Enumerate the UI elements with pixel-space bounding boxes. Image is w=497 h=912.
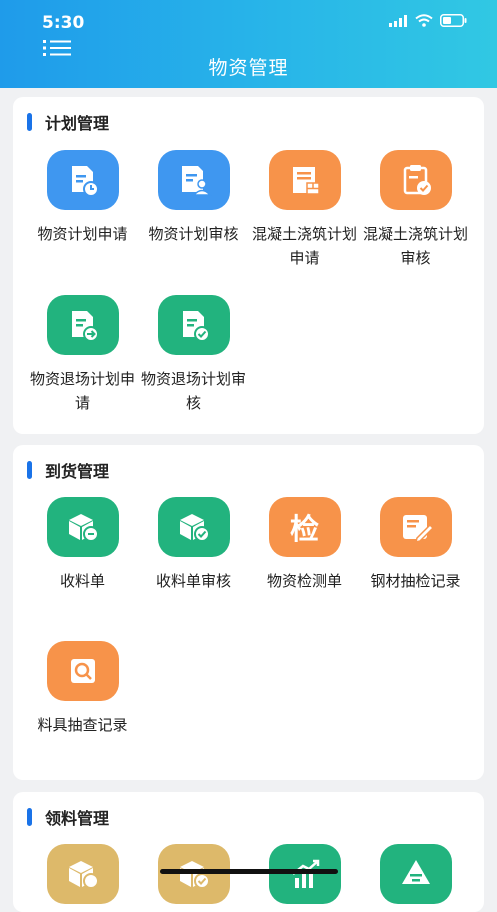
- item-receipt-review[interactable]: 收料单审核: [138, 497, 249, 593]
- box-check-icon: [179, 514, 210, 542]
- item-concrete-plan-review[interactable]: 混凝土浇筑计划审核: [360, 150, 471, 270]
- item-label: 物资退场计划申请: [29, 370, 135, 412]
- item-tool-check-record[interactable]: 料具抽查记录: [27, 641, 138, 737]
- item-concrete-plan-apply[interactable]: 混凝土浇筑计划申请: [249, 150, 360, 270]
- status-time: 5:30: [42, 13, 85, 33]
- tile: [379, 844, 452, 904]
- item-label: 钢材抽检记录: [370, 572, 461, 590]
- chart-up-icon: [291, 859, 319, 888]
- item-steel-sampling-record[interactable]: 钢材抽检记录: [360, 497, 471, 593]
- tile: 检: [268, 497, 341, 557]
- doc-edit-icon: [402, 515, 434, 544]
- section-title: 到货管理: [27, 459, 109, 481]
- tile: [46, 295, 119, 355]
- item-requisition-2[interactable]: [138, 844, 249, 904]
- item-requisition-3[interactable]: [249, 844, 360, 904]
- item-exit-plan-review[interactable]: 物资退场计划审核: [138, 295, 249, 415]
- tile: [379, 150, 452, 210]
- wifi-icon: [415, 14, 433, 27]
- status-icons: [389, 14, 467, 27]
- item-label: 混凝土浇筑计划申请: [251, 225, 357, 267]
- tile: [157, 150, 230, 210]
- app-header: 5:30 物资管理: [0, 0, 497, 88]
- section-requisition-management: 领料管理: [13, 792, 484, 912]
- battery-icon: [440, 14, 467, 27]
- tile: [46, 497, 119, 557]
- item-label: 收料单: [59, 572, 105, 590]
- section-arrival-management: 到货管理 收料单 收料单审核 检 物资检测单 钢材抽检记录 料具抽查记录: [13, 445, 484, 780]
- item-material-plan-review[interactable]: 物资计划审核: [138, 150, 249, 246]
- doc-arrow-icon: [71, 311, 99, 342]
- section-title: 计划管理: [27, 111, 109, 133]
- section-title-label: 到货管理: [45, 462, 110, 481]
- item-label: 物资计划审核: [148, 225, 239, 243]
- item-label: 物资计划申请: [37, 225, 128, 243]
- search-doc-icon: [70, 659, 95, 683]
- tile: [268, 844, 341, 904]
- tile: [268, 150, 341, 210]
- item-requisition-1[interactable]: [27, 844, 138, 904]
- tile: [157, 295, 230, 355]
- tile: [157, 497, 230, 557]
- section-title-label: 计划管理: [45, 114, 110, 133]
- item-material-plan-apply[interactable]: 物资计划申请: [27, 150, 138, 246]
- item-label: 物资检测单: [266, 572, 342, 590]
- section-accent-bar: [27, 113, 32, 131]
- tile: [379, 497, 452, 557]
- section-title: 领料管理: [27, 806, 109, 828]
- triangle-doc-icon: [401, 860, 430, 884]
- page-title: 物资管理: [208, 57, 289, 79]
- tile: [46, 641, 119, 701]
- section-accent-bar: [27, 461, 32, 479]
- signal-icon: [389, 14, 407, 27]
- item-label: 混凝土浇筑计划审核: [362, 225, 468, 267]
- inspect-char-icon: 检: [289, 512, 319, 546]
- item-label: 料具抽查记录: [37, 716, 128, 734]
- section-title-label: 领料管理: [45, 809, 110, 828]
- item-material-inspection[interactable]: 检 物资检测单: [249, 497, 360, 593]
- box-receive-icon: [68, 514, 99, 542]
- item-label: 收料单审核: [155, 572, 231, 590]
- tile: [46, 844, 119, 904]
- tile: [157, 844, 230, 904]
- doc-clock-icon: [71, 166, 99, 197]
- wall-doc-icon: [292, 167, 320, 195]
- clipboard-check-icon: [403, 165, 431, 195]
- doc-check-icon: [182, 311, 210, 342]
- box-coin-icon: [68, 861, 99, 889]
- item-requisition-4[interactable]: [360, 844, 471, 904]
- section-accent-bar: [27, 808, 32, 826]
- doc-user-icon: [181, 166, 212, 196]
- item-exit-plan-apply[interactable]: 物资退场计划申请: [27, 295, 138, 415]
- item-label: 物资退场计划审核: [140, 370, 246, 412]
- box-check-icon: [179, 861, 210, 889]
- tile: [46, 150, 119, 210]
- section-plan-management: 计划管理 物资计划申请 物资计划审核 混凝土浇筑计划申请 混凝土浇筑计划审核 物…: [13, 97, 484, 434]
- home-indicator[interactable]: [160, 869, 338, 874]
- item-receipt-form[interactable]: 收料单: [27, 497, 138, 593]
